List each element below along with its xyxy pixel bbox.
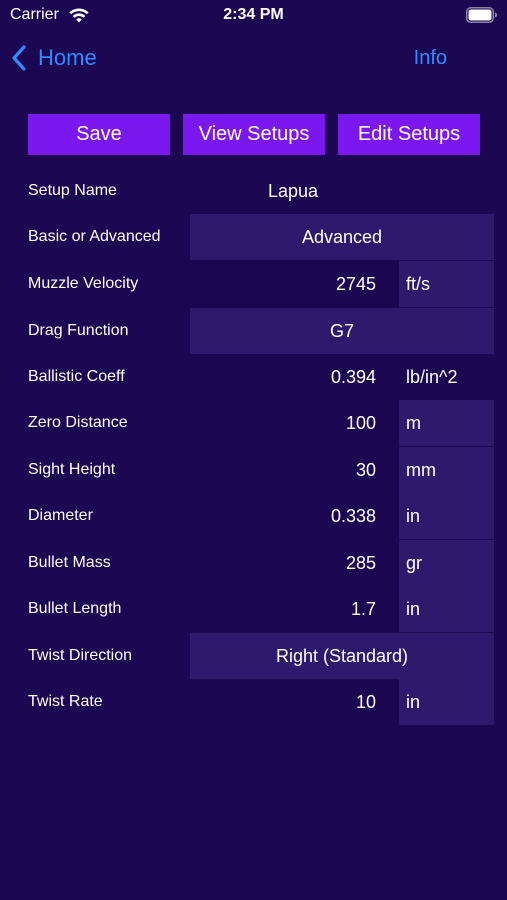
bullet-mass-label: Bullet Mass [28, 554, 111, 571]
ballistic-coeff-label: Ballistic Coeff [28, 368, 125, 385]
sight-height-field[interactable]: 30 [190, 447, 396, 493]
muzzle-velocity-unit-select[interactable]: ft/s [399, 261, 494, 307]
row-bullet-length: Bullet Length 1.7 in [0, 586, 507, 632]
basic-or-advanced-label: Basic or Advanced [28, 228, 161, 245]
drag-function-select[interactable]: G7 [190, 308, 494, 354]
row-basic-or-advanced: Basic or Advanced Advanced [0, 214, 507, 260]
battery-icon [466, 7, 497, 23]
info-button[interactable]: Info [414, 38, 447, 78]
twist-rate-field[interactable]: 10 [190, 679, 396, 725]
twist-direction-label: Twist Direction [28, 647, 133, 664]
view-setups-button[interactable]: View Setups [183, 114, 325, 155]
chevron-left-icon [12, 45, 26, 71]
row-zero-distance: Zero Distance 100 m [0, 400, 507, 446]
ballistic-coeff-unit: lb/in^2 [406, 366, 458, 387]
sight-height-unit-select[interactable]: mm [399, 447, 494, 493]
row-muzzle-velocity: Muzzle Velocity 2745 ft/s [0, 261, 507, 307]
back-label: Home [38, 45, 97, 70]
row-setup-name: Setup Name Lapua [0, 168, 507, 214]
back-button[interactable]: Home [10, 38, 97, 78]
row-ballistic-coeff: Ballistic Coeff 0.394 lb/in^2 [0, 354, 507, 400]
muzzle-velocity-field[interactable]: 2745 [190, 261, 396, 307]
diameter-field[interactable]: 0.338 [190, 493, 396, 539]
bullet-mass-unit-select[interactable]: gr [399, 540, 494, 586]
bullet-length-field[interactable]: 1.7 [190, 586, 396, 632]
status-bar: Carrier 2:34 PM [0, 0, 507, 32]
navigation-bar: Home Info [0, 38, 507, 78]
save-button[interactable]: Save [28, 114, 170, 155]
status-time: 2:34 PM [223, 6, 284, 23]
setup-name-field[interactable]: Lapua [190, 168, 396, 214]
row-sight-height: Sight Height 30 mm [0, 447, 507, 493]
row-bullet-mass: Bullet Mass 285 gr [0, 540, 507, 586]
bullet-mass-field[interactable]: 285 [190, 540, 396, 586]
row-diameter: Diameter 0.338 in [0, 493, 507, 539]
diameter-label: Diameter [28, 507, 93, 524]
ballistic-coeff-field[interactable]: 0.394 [190, 354, 396, 400]
twist-rate-unit-select[interactable]: in [399, 679, 494, 725]
sight-height-label: Sight Height [28, 461, 116, 478]
diameter-unit-select[interactable]: in [399, 493, 494, 539]
edit-setups-button[interactable]: Edit Setups [338, 114, 480, 155]
row-drag-function: Drag Function G7 [0, 308, 507, 354]
row-twist-direction: Twist Direction Right (Standard) [0, 633, 507, 679]
drag-function-label: Drag Function [28, 322, 129, 339]
muzzle-velocity-label: Muzzle Velocity [28, 275, 139, 292]
zero-distance-unit-select[interactable]: m [399, 400, 494, 446]
basic-or-advanced-select[interactable]: Advanced [190, 214, 494, 260]
bullet-length-unit-select[interactable]: in [399, 586, 494, 632]
bullet-length-label: Bullet Length [28, 600, 122, 617]
twist-rate-label: Twist Rate [28, 693, 103, 710]
zero-distance-label: Zero Distance [28, 414, 128, 431]
zero-distance-field[interactable]: 100 [190, 400, 396, 446]
setup-name-label: Setup Name [28, 182, 117, 199]
row-twist-rate: Twist Rate 10 in [0, 679, 507, 725]
twist-direction-select[interactable]: Right (Standard) [190, 633, 494, 679]
toolbar: Save View Setups Edit Setups [0, 114, 507, 156]
